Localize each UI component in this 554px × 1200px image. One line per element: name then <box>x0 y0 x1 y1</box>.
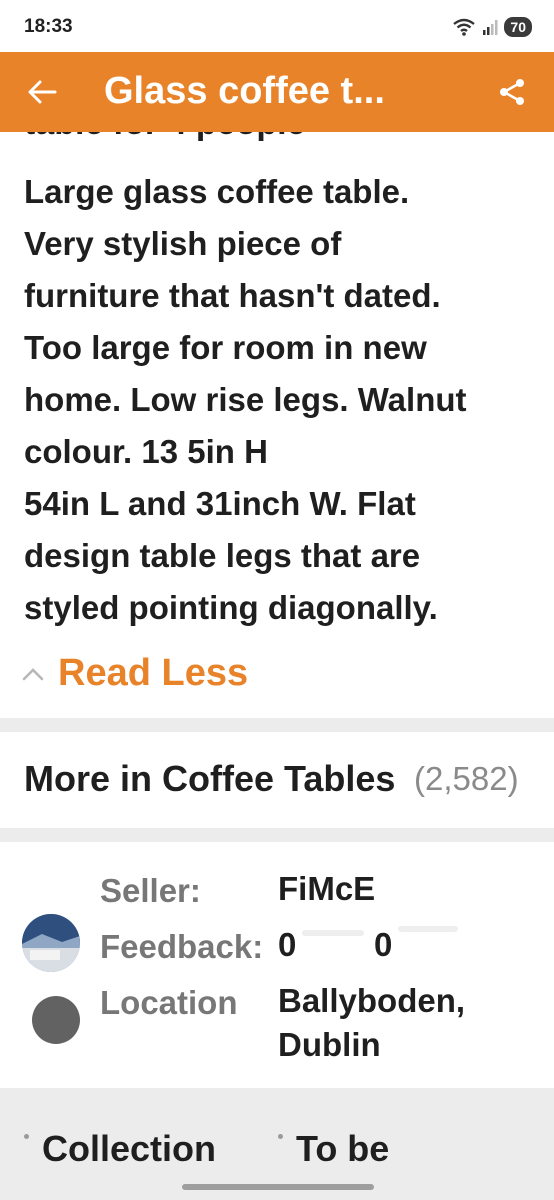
signal-icon <box>483 20 498 35</box>
page-title: Glass coffee t... <box>104 70 385 112</box>
delivery-option: To be <box>296 1128 390 1169</box>
description-line: Too large for room in new <box>24 329 427 366</box>
avatar[interactable] <box>22 914 80 972</box>
feedback-positive-bar <box>302 930 364 936</box>
section-divider <box>0 828 554 842</box>
location-label: Location <box>100 984 238 1021</box>
listing-title-partial: table for 4 people <box>24 132 306 143</box>
seller-info: Seller: FiMcE Feedback: 0 0 Location Bal… <box>0 842 554 1088</box>
bullet <box>278 1134 283 1139</box>
share-icon <box>500 79 524 105</box>
listing-content[interactable]: table for 4 people Large glass coffee ta… <box>0 132 554 1200</box>
back-button[interactable] <box>20 70 64 114</box>
listing-description: Large glass coffee table. Very stylish p… <box>24 166 534 634</box>
read-less-label: Read Less <box>58 652 249 694</box>
status-bar: 18:33 70 <box>0 0 554 52</box>
feedback-negative-bar <box>398 926 458 932</box>
location-value-line1: Ballyboden, <box>278 982 466 1019</box>
arrow-left-icon <box>28 80 57 104</box>
home-indicator[interactable] <box>182 1184 374 1190</box>
more-in-category-label: More in Coffee Tables <box>24 758 396 799</box>
collection-option: Collection <box>42 1128 217 1169</box>
description-line: design table legs that are <box>24 537 421 574</box>
status-time: 18:33 <box>24 16 73 37</box>
status-icons: 70 <box>452 17 532 37</box>
feedback-label: Feedback: <box>100 928 264 965</box>
description-line: home. Low rise legs. Walnut <box>24 381 467 418</box>
seller-label: Seller: <box>100 872 201 909</box>
description-line: furniture that hasn't dated. <box>24 277 441 314</box>
description-line: styled pointing diagonally. <box>24 589 438 626</box>
description-line: 54in L and 31inch W. Flat <box>24 485 416 522</box>
description-line: Very stylish piece of <box>24 225 342 262</box>
read-less-button[interactable]: Read Less <box>22 652 248 695</box>
description-line: Large glass coffee table. <box>24 173 410 210</box>
seller-avatar-image <box>22 914 80 972</box>
wifi-icon <box>453 18 476 36</box>
category-count: (2,582) <box>414 760 519 797</box>
location-value-line2: Dublin <box>278 1026 381 1063</box>
chevron-up-icon <box>22 667 44 680</box>
app-bar: Glass coffee t... <box>0 52 554 132</box>
touch-indicator <box>32 996 80 1044</box>
bullet <box>24 1134 29 1139</box>
seller-name[interactable]: FiMcE <box>278 868 375 910</box>
section-divider <box>0 718 554 732</box>
share-button[interactable] <box>492 72 532 112</box>
description-line: colour. 13 5in H <box>24 433 268 470</box>
feedback-negative: 0 <box>374 926 393 963</box>
more-in-category-row[interactable]: More in Coffee Tables (2,582) <box>0 732 554 828</box>
feedback-positive: 0 <box>278 926 297 963</box>
battery-badge: 70 <box>504 17 532 37</box>
